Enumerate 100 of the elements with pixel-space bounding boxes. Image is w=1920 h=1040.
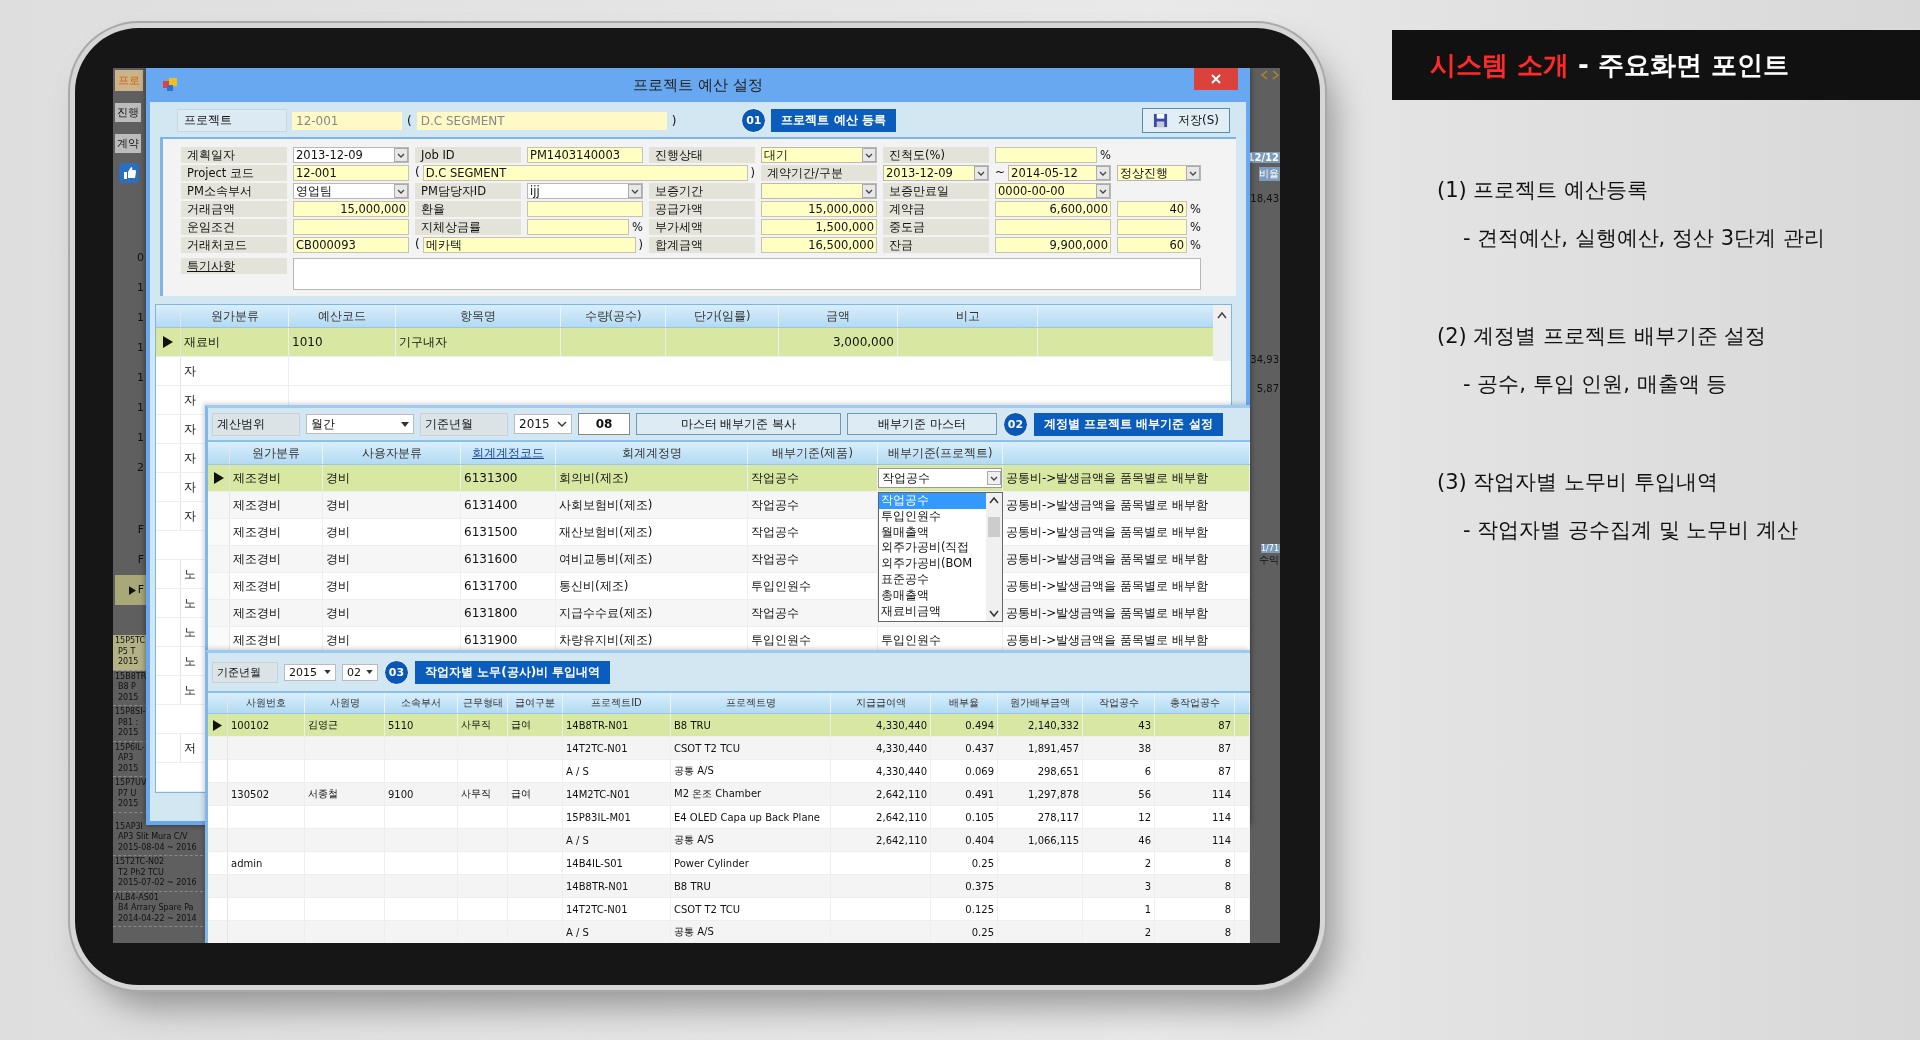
combo-box[interactable]: 0000-00-00 xyxy=(995,183,1111,199)
column-header[interactable]: 사원번호 xyxy=(228,693,305,713)
text-field[interactable]: D.C SEGMENT xyxy=(422,165,748,181)
text-field[interactable] xyxy=(995,147,1098,163)
scrollbar[interactable] xyxy=(986,493,1002,621)
combo-box[interactable]: 02 xyxy=(342,663,378,681)
combo-box[interactable]: 2015 xyxy=(514,414,572,434)
row-mark: F xyxy=(115,575,146,605)
column-header[interactable]: 배부기준(프로젝트) xyxy=(878,442,1003,464)
column-header[interactable]: 급여구분 xyxy=(508,693,563,713)
scroll-down-icon[interactable] xyxy=(989,610,999,618)
column-header[interactable]: 수량(공수) xyxy=(561,305,666,327)
scrollbar[interactable] xyxy=(1213,305,1231,361)
text-field[interactable] xyxy=(293,219,409,235)
dropdown-option[interactable]: 투입인원수 xyxy=(879,508,986,525)
column-header[interactable]: 비고 xyxy=(898,305,1038,327)
column-header[interactable]: 예산코드 xyxy=(289,305,396,327)
table-row[interactable]: 14B8TR-N01 B8 TRU 0.375 3 8 xyxy=(208,875,1250,898)
project-list-item[interactable]: 15P5TC P5 T 2015 xyxy=(113,635,148,671)
dropdown-option[interactable]: 외주가공비(직접 xyxy=(879,540,986,557)
dropdown-option[interactable]: 표준공수 xyxy=(879,572,986,588)
memo-link[interactable]: 특기사항 xyxy=(181,258,287,274)
table-row[interactable]: A / S 공통 A/S 2,642,110 0.404 1,066,115 46 114 xyxy=(208,829,1250,852)
dropdown-option[interactable]: 총매출액 xyxy=(879,587,986,604)
text-field[interactable]: 60 xyxy=(1117,237,1188,253)
unit-label: % xyxy=(1190,219,1201,235)
text-field[interactable]: 16,500,000 xyxy=(761,237,877,253)
column-header[interactable]: 원가분류 xyxy=(230,442,323,464)
master-button[interactable]: 배부기준 마스터 xyxy=(847,413,997,435)
column-header[interactable]: 회계계정코드 xyxy=(461,442,556,464)
text-field[interactable] xyxy=(527,201,643,217)
column-header[interactable]: 프로젝트명 xyxy=(671,693,831,713)
combo-box[interactable]: 대기 xyxy=(761,147,877,163)
field-label: 계약금 xyxy=(883,201,989,217)
step-title: 작업자별 노무(공사)비 투입내역 xyxy=(415,660,611,684)
memo-field[interactable] xyxy=(293,258,1201,290)
text-field[interactable] xyxy=(527,219,630,235)
table-row[interactable]: 130502 서종철 9100 사무직 급여 14M2TC-N01 M2 온조 Chamber 2,642,110 0.491 1,297,878 56 114 xyxy=(208,783,1250,806)
column-header[interactable]: 근무형태 xyxy=(458,693,508,713)
text-field[interactable]: 9,900,000 xyxy=(995,237,1111,253)
combo-box[interactable] xyxy=(761,183,877,199)
combo-box[interactable]: 2015 xyxy=(284,663,336,681)
nav-arrows-icon[interactable] xyxy=(1260,70,1280,80)
table-row[interactable]: 100102 김영근 5110 사무직 급여 14B8TR-N01 B8 TRU 4,330,440 0.494 2,140,332 43 87 xyxy=(208,714,1250,737)
column-header[interactable]: 금액 xyxy=(779,305,898,327)
combo-box[interactable]: 정상진행 xyxy=(1117,165,1201,181)
column-header[interactable]: 사원명 xyxy=(305,693,385,713)
column-header[interactable]: 원가분류 xyxy=(181,305,289,327)
text-field[interactable]: 40 xyxy=(1117,201,1188,217)
copy-button[interactable]: 마스터 배부기준 복사 xyxy=(636,413,841,435)
column-header[interactable]: 소속부서 xyxy=(385,693,458,713)
table-cell: B8 TRU xyxy=(671,714,831,736)
combo-box[interactable]: 작업공수 xyxy=(878,468,1002,488)
close-button[interactable] xyxy=(1194,68,1238,90)
text-field[interactable]: 15,000,000 xyxy=(761,201,877,217)
combo-box[interactable]: ijj xyxy=(527,183,643,199)
column-header[interactable]: 단가(임률) xyxy=(666,305,779,327)
text-field[interactable] xyxy=(1117,219,1188,235)
column-header[interactable]: 항목명 xyxy=(396,305,561,327)
column-header[interactable]: 프로젝트ID xyxy=(563,693,671,713)
text-field[interactable]: CB000093 xyxy=(293,237,409,253)
combo-box[interactable]: 월간 xyxy=(306,414,414,434)
scroll-thumb[interactable] xyxy=(988,517,1000,537)
combo-box[interactable]: 2013-12-09 xyxy=(293,147,409,163)
text-field[interactable]: 12-001 xyxy=(293,165,409,181)
column-header[interactable]: 배부기준(제품) xyxy=(748,442,878,464)
table-row[interactable]: A / S 공통 A/S 0.25 2 8 xyxy=(208,921,1250,943)
row-header[interactable] xyxy=(208,465,230,491)
text-field[interactable]: 6,600,000 xyxy=(995,201,1111,217)
project-name: AP3 Slit Mura C/V xyxy=(117,832,189,843)
dropdown-option[interactable]: 재료비금액 xyxy=(879,603,986,620)
text-field[interactable]: 1,500,000 xyxy=(761,219,877,235)
window-title: 프로젝트 예산 설정 xyxy=(633,75,763,95)
column-header[interactable]: 총작업공수 xyxy=(1155,693,1235,713)
scroll-up-icon[interactable] xyxy=(989,496,999,504)
value-text: 34,93 xyxy=(1250,354,1280,365)
text-field[interactable] xyxy=(995,219,1111,235)
combo-box[interactable]: 2013-12-09 xyxy=(883,165,989,181)
combo-box[interactable]: 2014-05-12 xyxy=(1008,165,1111,181)
column-header[interactable]: 회계계정명 xyxy=(556,442,748,464)
thumbs-up-icon[interactable] xyxy=(119,163,139,183)
table-row[interactable]: 14T2TC-N01 CSOT T2 TCU 4,330,440 0.437 1,891,457 38 87 xyxy=(208,737,1250,760)
column-header[interactable]: 작업공수 xyxy=(1083,693,1155,713)
dropdown-option[interactable]: 월매출액 xyxy=(879,524,986,541)
paren-mark: ) xyxy=(671,113,677,128)
table-cell: A / S xyxy=(563,760,671,782)
month-field[interactable]: 08 xyxy=(578,413,630,435)
column-header[interactable]: 원가배부금액 xyxy=(998,693,1083,713)
column-header[interactable]: 배부율 xyxy=(931,693,998,713)
project-code: 15AP3I xyxy=(115,821,144,832)
combo-box[interactable]: 영업팀 xyxy=(293,183,409,199)
save-button[interactable]: 저장(S) xyxy=(1142,108,1230,133)
dropdown-option[interactable]: 외주가공비(BOM xyxy=(879,556,986,572)
table-row[interactable]: 자 xyxy=(156,357,1231,386)
text-field[interactable]: PM1403140003 xyxy=(527,147,643,163)
scroll-up-icon[interactable] xyxy=(1217,311,1227,319)
text-field[interactable]: 15,000,000 xyxy=(293,201,409,217)
column-header[interactable]: 지급급여액 xyxy=(831,693,931,713)
column-header[interactable]: 사용자분류 xyxy=(323,442,461,464)
text-field[interactable]: 메카텍 xyxy=(422,237,636,253)
